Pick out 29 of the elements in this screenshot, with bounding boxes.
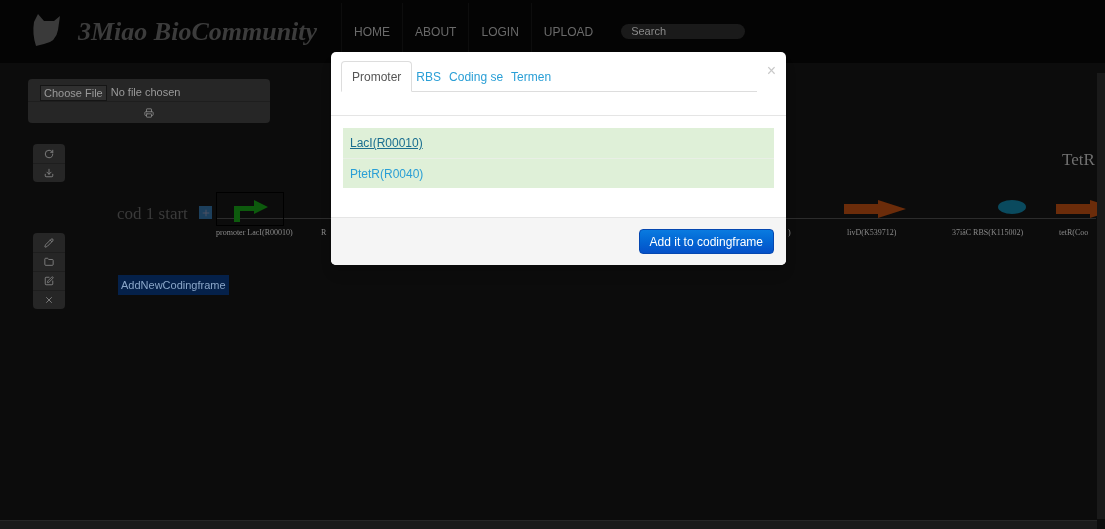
vertical-scrollbar[interactable] [1097,73,1105,519]
download-icon[interactable] [44,168,54,178]
side-title: TetR [1062,149,1095,171]
modal-tab[interactable]: Termen [507,61,556,92]
modal-tab[interactable]: RBS [412,61,446,92]
modal-tab[interactable]: Promoter [341,61,413,92]
close-icon[interactable] [44,295,54,305]
refresh-icon[interactable] [44,148,54,159]
part-option[interactable]: PtetR(R0040) [343,158,774,188]
choose-file-button[interactable]: Choose File [40,84,107,101]
horizontal-scrollbar[interactable] [0,520,1097,529]
part-label: tetR(Coo [1059,227,1089,239]
part-label: ) [788,227,791,239]
part-label: livD(K539712) [847,227,897,239]
rbs-oval-icon [997,199,1027,215]
add-to-codingframe-button[interactable]: Add it to codingframe [638,229,774,254]
edit-icon[interactable] [44,276,54,286]
add-coding-frame-button[interactable]: AddNewCodingframe [118,275,229,295]
part-label: R [321,227,327,239]
folder-icon[interactable] [44,257,54,267]
part-label: 37iâC RBS(K115002) [952,227,1024,239]
search-field[interactable]: Search [621,24,746,39]
cds-arrow-icon [844,200,906,218]
file-status: No file chosen [110,85,181,101]
printer-icon[interactable] [144,107,154,118]
modal-tab[interactable]: Coding se [445,61,508,92]
part-option[interactable]: LacI(R00010) [343,128,774,158]
part-label: promoter LacI(R00010) [216,227,293,239]
pencil-icon[interactable] [44,237,54,248]
